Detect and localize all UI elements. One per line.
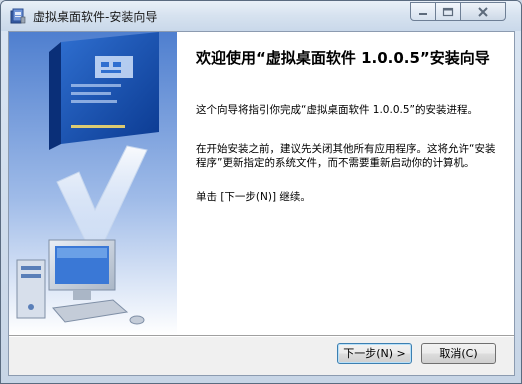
minimize-icon [419, 12, 427, 15]
close-button[interactable] [460, 2, 506, 21]
maximize-button[interactable] [435, 2, 461, 21]
wizard-continue-text: 单击 [下一步(N)] 继续。 [196, 191, 311, 203]
cancel-button[interactable]: 取消(C) [421, 343, 496, 364]
close-icon [478, 6, 488, 17]
maximize-icon [442, 7, 454, 16]
software-box [49, 32, 159, 150]
wizard-heading: 欢迎使用“虚拟桌面软件 1.0.0.5”安装向导 [196, 49, 490, 67]
wizard-advice-text: 在开始安装之前，建议先关闭其他所有应用程序。这将允许“安装程序”更新指定的系统文… [196, 143, 496, 169]
installer-app-icon [10, 8, 26, 24]
wizard-intro-text: 这个向导将指引你完成“虚拟桌面软件 1.0.0.5”的安装进程。 [196, 104, 478, 116]
wizard-content: 欢迎使用“虚拟桌面软件 1.0.0.5”安装向导 这个向导将指引你完成“虚拟桌面… [177, 32, 514, 335]
wizard-side-banner [9, 32, 177, 335]
next-button[interactable]: 下一步(N) > [337, 343, 412, 364]
installer-window: 虚拟桌面软件-安装向导 欢迎使用“虚拟桌面软件 1.0.0.5”安装向导 这个向… [0, 0, 522, 384]
minimize-button[interactable] [410, 2, 436, 21]
window-title: 虚拟桌面软件-安装向导 [33, 10, 158, 24]
wizard-client-area: 欢迎使用“虚拟桌面软件 1.0.0.5”安装向导 这个向导将指引你完成“虚拟桌面… [8, 31, 515, 376]
button-separator [9, 335, 514, 337]
banner-illustration [9, 32, 177, 335]
title-bar[interactable]: 虚拟桌面软件-安装向导 [1, 1, 521, 31]
